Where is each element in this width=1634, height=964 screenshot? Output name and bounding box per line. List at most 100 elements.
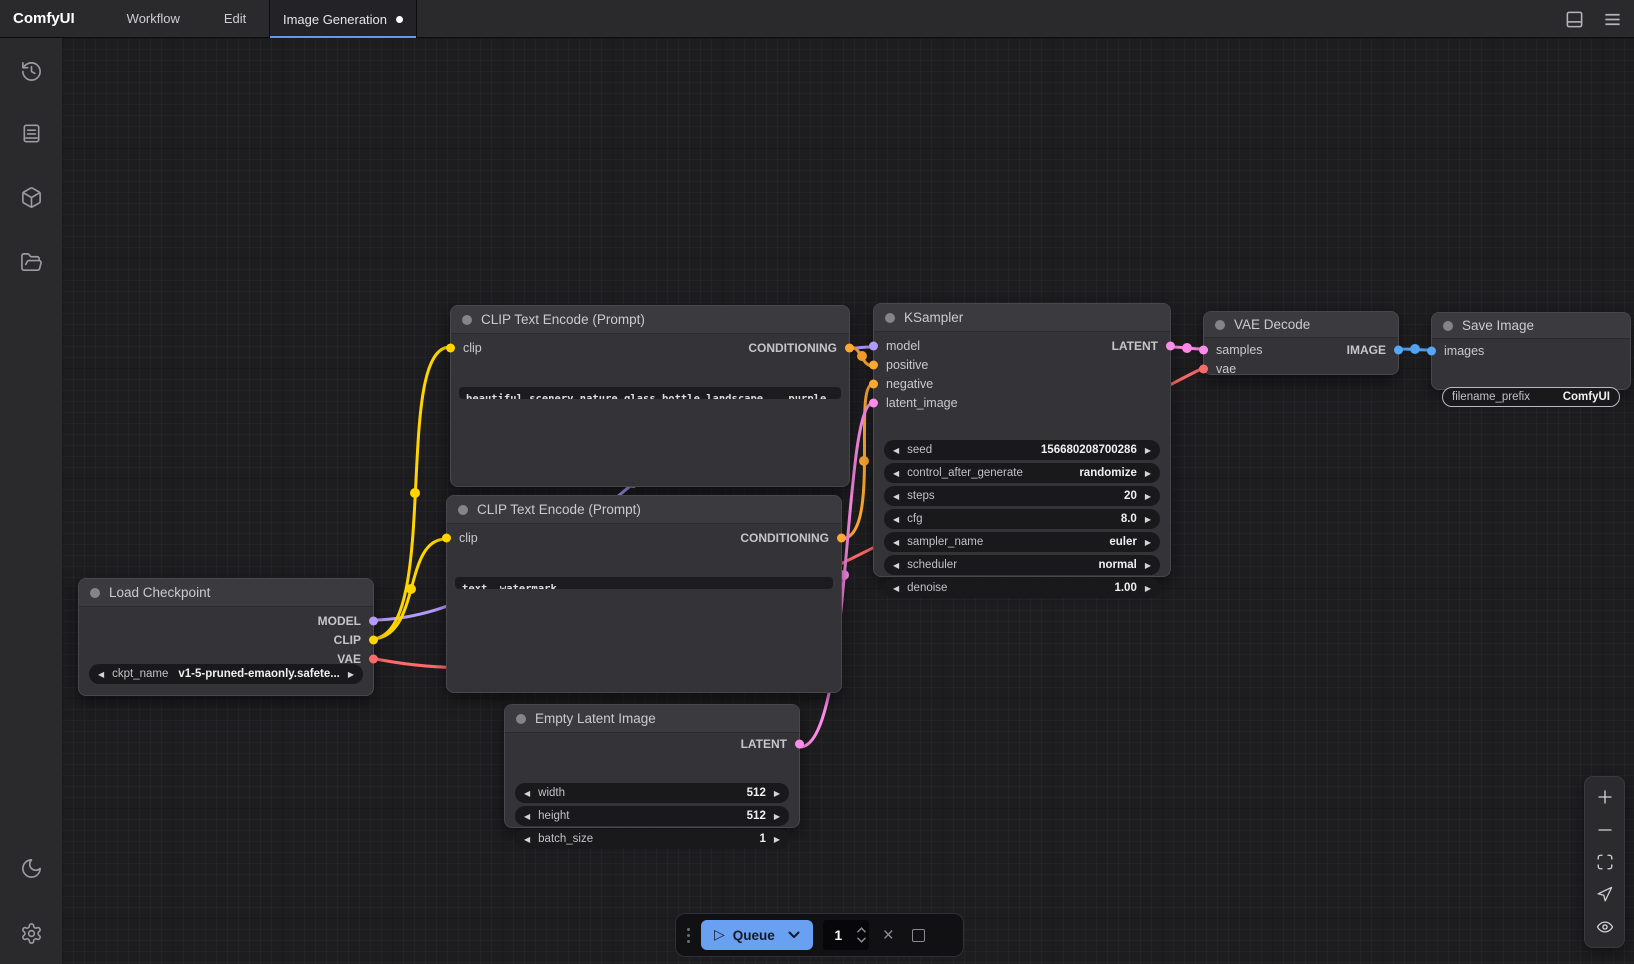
output-slot-conditioning[interactable] xyxy=(837,533,846,542)
hamburger-menu-icon[interactable] xyxy=(1602,9,1622,29)
increment-arrow-icon[interactable]: ▶ xyxy=(348,670,354,679)
drag-handle-icon[interactable] xyxy=(687,928,690,943)
batch-size-widget[interactable]: ◀ batch_size 1 ▶ xyxy=(515,829,789,849)
input-slot-vae[interactable] xyxy=(1199,364,1208,373)
prompt-textarea[interactable]: beautiful scenery nature glass bottle la… xyxy=(459,387,841,399)
sampler-name-widget[interactable]: ◀ sampler_name euler ▶ xyxy=(884,532,1160,552)
increment-arrow-icon[interactable]: ▶ xyxy=(1145,584,1151,593)
control-after-generate-widget[interactable]: ◀ control_after_generate randomize ▶ xyxy=(884,463,1160,483)
stop-icon[interactable] xyxy=(912,929,925,942)
node-vae-decode[interactable]: VAE Decode samples IMAGE vae xyxy=(1203,311,1399,375)
spin-down-icon[interactable] xyxy=(857,937,866,943)
increment-arrow-icon[interactable]: ▶ xyxy=(774,835,780,844)
queue-button[interactable]: ▷ Queue xyxy=(701,920,813,950)
tab-image-generation[interactable]: Image Generation xyxy=(269,0,417,38)
scheduler-widget[interactable]: ◀ scheduler normal ▶ xyxy=(884,555,1160,575)
node-header[interactable]: CLIP Text Encode (Prompt) xyxy=(447,496,841,524)
increment-arrow-icon[interactable]: ▶ xyxy=(1145,561,1151,570)
bottom-panel-toggle-icon[interactable] xyxy=(1564,9,1584,29)
input-slot-model[interactable] xyxy=(869,341,878,350)
spin-up-icon[interactable] xyxy=(857,927,866,933)
input-slot-clip[interactable] xyxy=(446,343,455,352)
output-slot-clip[interactable] xyxy=(369,635,378,644)
node-header[interactable]: Save Image xyxy=(1432,313,1630,339)
history-icon[interactable] xyxy=(19,59,43,83)
collapse-dot-icon[interactable] xyxy=(462,315,472,325)
decrement-arrow-icon[interactable]: ◀ xyxy=(893,515,899,524)
decrement-arrow-icon[interactable]: ◀ xyxy=(98,670,104,679)
toggle-links-eye-icon[interactable] xyxy=(1593,915,1617,939)
zoom-in-icon[interactable] xyxy=(1593,785,1617,809)
collapse-dot-icon[interactable] xyxy=(458,505,468,515)
node-header[interactable]: KSampler xyxy=(874,304,1170,332)
denoise-widget[interactable]: ◀ denoise 1.00 ▶ xyxy=(884,578,1160,598)
increment-arrow-icon[interactable]: ▶ xyxy=(774,789,780,798)
input-slot-clip[interactable] xyxy=(442,533,451,542)
cfg-widget[interactable]: ◀ cfg 8.0 ▶ xyxy=(884,509,1160,529)
seed-widget[interactable]: ◀ seed 156680208700286 ▶ xyxy=(884,440,1160,460)
output-slot-conditioning[interactable] xyxy=(845,343,854,352)
input-slot-latent-image[interactable] xyxy=(869,398,878,407)
node-clip-text-encode-positive[interactable]: CLIP Text Encode (Prompt) clip CONDITION… xyxy=(450,305,850,487)
output-slot-image[interactable] xyxy=(1394,345,1403,354)
ckpt-name-widget[interactable]: ◀ ckpt_name v1-5-pruned-emaonly.safete..… xyxy=(89,664,363,684)
node-save-image[interactable]: Save Image images filename_prefix ComfyU… xyxy=(1431,312,1631,390)
decrement-arrow-icon[interactable]: ◀ xyxy=(893,469,899,478)
collapse-dot-icon[interactable] xyxy=(90,588,100,598)
collapse-dot-icon[interactable] xyxy=(885,313,895,323)
collapse-dot-icon[interactable] xyxy=(516,714,526,724)
prompt-textarea[interactable]: text, watermark xyxy=(455,577,833,589)
node-header[interactable]: CLIP Text Encode (Prompt) xyxy=(451,306,849,334)
collapse-dot-icon[interactable] xyxy=(1215,320,1225,330)
increment-arrow-icon[interactable]: ▶ xyxy=(774,812,780,821)
batch-count-input[interactable]: 1 xyxy=(823,920,869,950)
increment-arrow-icon[interactable]: ▶ xyxy=(1145,492,1151,501)
node-load-checkpoint[interactable]: Load Checkpoint MODEL CLIP VAE ◀ ckpt_na… xyxy=(78,578,374,696)
height-widget[interactable]: ◀ height 512 ▶ xyxy=(515,806,789,826)
clear-queue-icon[interactable]: × xyxy=(879,926,898,945)
decrement-arrow-icon[interactable]: ◀ xyxy=(524,789,530,798)
workflows-folder-icon[interactable] xyxy=(19,250,43,274)
decrement-arrow-icon[interactable]: ◀ xyxy=(893,561,899,570)
node-ksampler[interactable]: KSampler model LATENT positive negative … xyxy=(873,303,1171,577)
node-clip-text-encode-negative[interactable]: CLIP Text Encode (Prompt) clip CONDITION… xyxy=(446,495,842,693)
menu-edit[interactable]: Edit xyxy=(202,0,268,38)
chevron-down-icon[interactable] xyxy=(788,931,800,939)
theme-moon-icon[interactable] xyxy=(19,856,43,880)
zoom-out-icon[interactable] xyxy=(1593,818,1617,842)
decrement-arrow-icon[interactable]: ◀ xyxy=(893,492,899,501)
logs-icon[interactable] xyxy=(19,121,43,145)
output-slot-latent[interactable] xyxy=(1166,341,1175,350)
settings-gear-icon[interactable] xyxy=(19,921,43,945)
menu-workflow[interactable]: Workflow xyxy=(105,0,202,38)
graph-canvas[interactable]: Load Checkpoint MODEL CLIP VAE ◀ ckpt_na… xyxy=(62,38,1634,964)
output-slot-vae[interactable] xyxy=(369,654,378,663)
width-widget[interactable]: ◀ width 512 ▶ xyxy=(515,783,789,803)
select-mode-icon[interactable] xyxy=(1593,882,1617,906)
input-slot-negative[interactable] xyxy=(869,379,878,388)
increment-arrow-icon[interactable]: ▶ xyxy=(1145,469,1151,478)
decrement-arrow-icon[interactable]: ◀ xyxy=(524,812,530,821)
node-library-icon[interactable] xyxy=(19,185,43,209)
decrement-arrow-icon[interactable]: ◀ xyxy=(893,538,899,547)
increment-arrow-icon[interactable]: ▶ xyxy=(1145,515,1151,524)
node-header[interactable]: Load Checkpoint xyxy=(79,579,373,607)
decrement-arrow-icon[interactable]: ◀ xyxy=(893,584,899,593)
output-slot-model[interactable] xyxy=(369,616,378,625)
steps-widget[interactable]: ◀ steps 20 ▶ xyxy=(884,486,1160,506)
increment-arrow-icon[interactable]: ▶ xyxy=(1145,446,1151,455)
fit-view-icon[interactable] xyxy=(1593,850,1617,874)
decrement-arrow-icon[interactable]: ◀ xyxy=(893,446,899,455)
input-slot-images[interactable] xyxy=(1427,346,1436,355)
output-slot-latent[interactable] xyxy=(795,740,804,749)
collapse-dot-icon[interactable] xyxy=(1443,321,1453,331)
decrement-arrow-icon[interactable]: ◀ xyxy=(524,835,530,844)
batch-count-spinner[interactable] xyxy=(854,921,869,949)
filename-prefix-widget[interactable]: filename_prefix ComfyUI xyxy=(1442,387,1620,407)
node-empty-latent-image[interactable]: Empty Latent Image LATENT ◀ width 512 ▶ … xyxy=(504,704,800,828)
node-header[interactable]: Empty Latent Image xyxy=(505,705,799,733)
input-slot-samples[interactable] xyxy=(1199,345,1208,354)
node-header[interactable]: VAE Decode xyxy=(1204,312,1398,338)
increment-arrow-icon[interactable]: ▶ xyxy=(1145,538,1151,547)
input-slot-positive[interactable] xyxy=(869,360,878,369)
